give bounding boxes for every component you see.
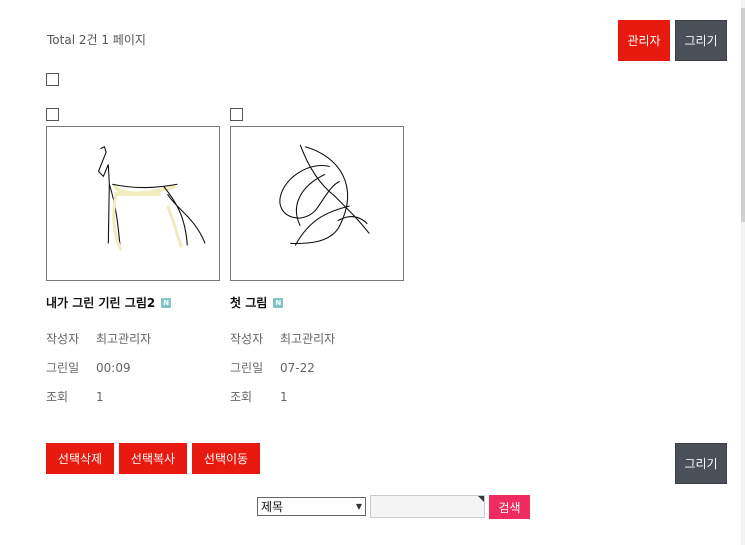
gallery-card: 내가 그린 기린 그림2 N 작성자 최고관리자 그린일 00:09 조회 1 (46, 126, 221, 416)
scrollbar-thumb[interactable] (741, 8, 745, 222)
search-input[interactable] (370, 495, 485, 518)
meta-date: 그린일 07-22 (230, 359, 315, 376)
required-corner-icon (478, 496, 484, 502)
meta-views: 조회 1 (230, 388, 288, 405)
draw-button-bottom[interactable]: 그리기 (675, 443, 727, 484)
meta-views-label: 조회 (46, 390, 69, 404)
meta-author-value: 최고관리자 (280, 332, 336, 346)
search-button[interactable]: 검색 (489, 495, 530, 519)
card-title-text[interactable]: 첫 그림 (230, 294, 267, 311)
meta-author-label: 작성자 (46, 332, 80, 346)
meta-date-label: 그린일 (230, 361, 264, 375)
meta-date-value: 00:09 (96, 361, 131, 375)
drawing-thumbnail[interactable] (230, 126, 404, 281)
new-icon: N (273, 297, 284, 308)
scrollbar[interactable] (741, 0, 745, 545)
meta-author: 작성자 최고관리자 (230, 330, 335, 347)
list-total: Total 2건 1 페이지 (47, 33, 146, 47)
meta-author: 작성자 최고관리자 (46, 330, 151, 347)
scribble-drawing (279, 144, 370, 246)
meta-author-label: 작성자 (230, 332, 264, 346)
admin-button[interactable]: 관리자 (618, 20, 670, 61)
search-field-value: 제목 (261, 500, 284, 514)
meta-date-label: 그린일 (46, 361, 80, 375)
giraffe-drawing (97, 145, 206, 252)
meta-date-value: 07-22 (280, 361, 315, 375)
card-title-text[interactable]: 내가 그린 기린 그림2 (46, 294, 155, 311)
card-checkbox[interactable] (230, 108, 243, 121)
delete-selected-button[interactable]: 선택삭제 (46, 443, 114, 474)
search-field-select[interactable]: 제목 ▼ (257, 497, 366, 516)
meta-views-label: 조회 (230, 390, 253, 404)
meta-views: 조회 1 (46, 388, 104, 405)
meta-views-value: 1 (96, 390, 104, 404)
drawing-thumbnail[interactable] (46, 126, 220, 281)
new-icon: N (161, 297, 172, 308)
meta-author-value: 최고관리자 (96, 332, 152, 346)
move-selected-button[interactable]: 선택이동 (192, 443, 260, 474)
card-checkbox[interactable] (46, 108, 59, 121)
card-title[interactable]: 내가 그린 기린 그림2 N (46, 294, 172, 311)
meta-views-value: 1 (280, 390, 288, 404)
chevron-down-icon: ▼ (355, 502, 362, 511)
meta-date: 그린일 00:09 (46, 359, 131, 376)
gallery-card: 첫 그림 N 작성자 최고관리자 그린일 07-22 조회 1 (230, 126, 405, 416)
draw-button[interactable]: 그리기 (675, 20, 727, 61)
card-title[interactable]: 첫 그림 N (230, 294, 284, 311)
select-all-checkbox[interactable] (46, 73, 59, 86)
copy-selected-button[interactable]: 선택복사 (119, 443, 187, 474)
